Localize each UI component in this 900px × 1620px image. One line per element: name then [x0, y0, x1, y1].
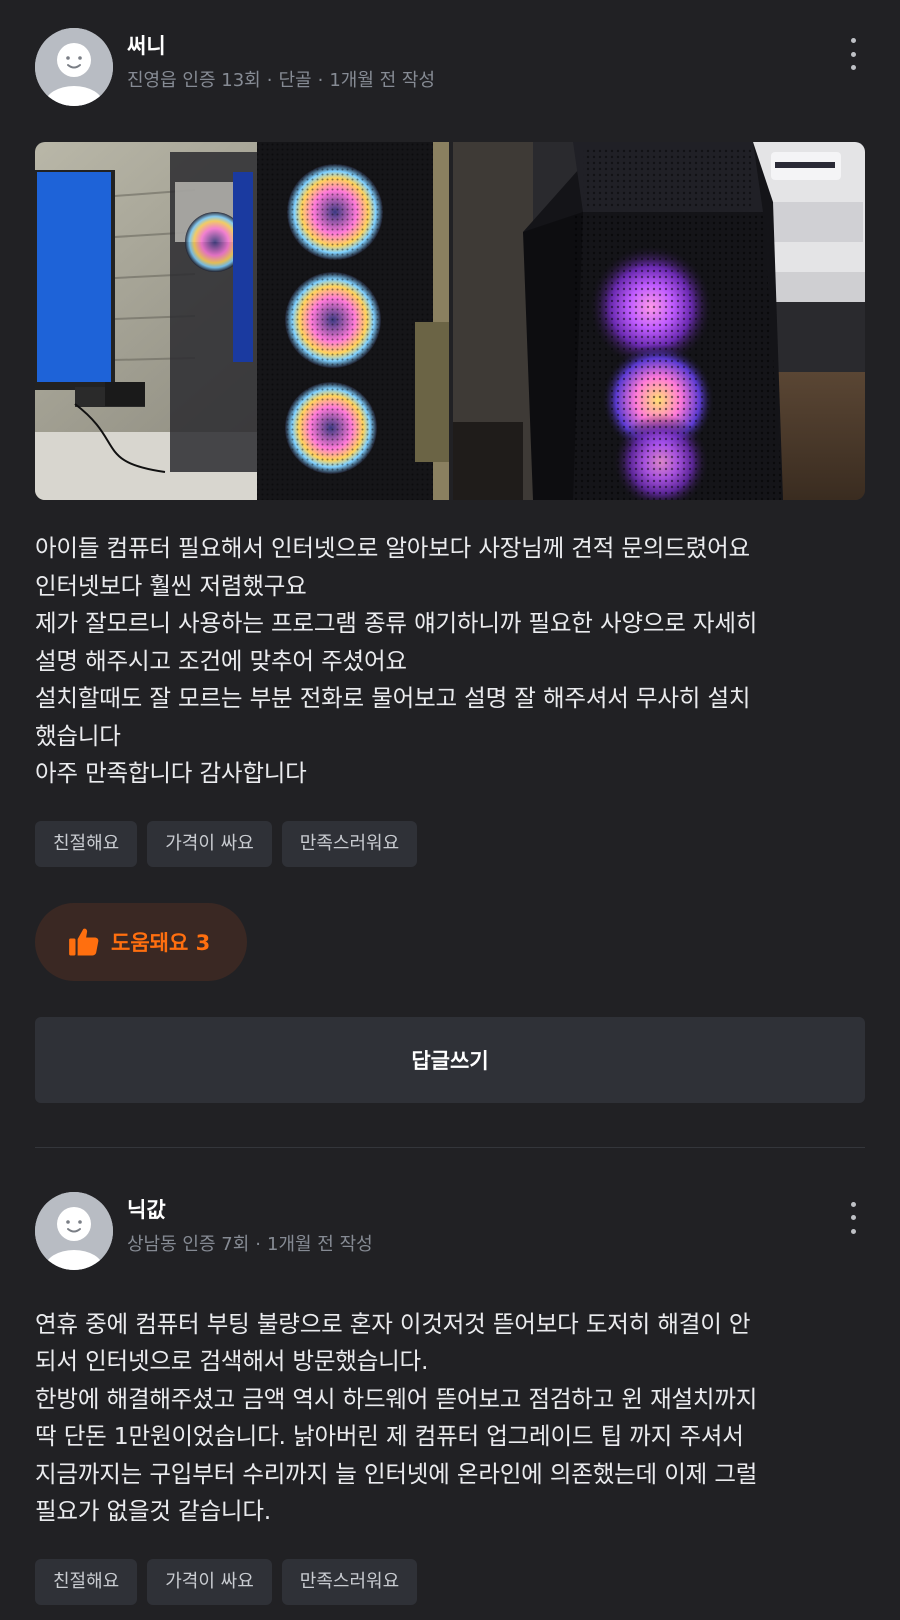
location-verification: 상남동 인증 7회 [127, 1233, 250, 1255]
more-dot-icon [850, 1228, 856, 1234]
review-tag: 가격이 싸요 [147, 1558, 272, 1605]
more-dot-icon [850, 51, 856, 57]
review-tag: 가격이 싸요 [147, 820, 272, 867]
default-profile-icon [35, 1191, 113, 1270]
avatar[interactable] [35, 1191, 113, 1270]
review-card: 닉값 상남동 인증 7회 · 1개월 전 작성 연휴 중에 컴퓨터 부팅 불량으로 … [0, 1148, 900, 1605]
review-text: 연휴 중에 컴퓨터 부팅 불량으로 혼자 이것저것 뜯어보다 도저히 해결이 안… [35, 1306, 865, 1531]
review-tag: 친절해요 [35, 820, 138, 867]
review-tag: 만족스러워요 [281, 820, 418, 867]
meta-separator: · [255, 1233, 261, 1255]
write-reply-button[interactable]: 답글쓰기 [35, 1016, 865, 1103]
thumbs-up-icon [69, 928, 99, 955]
review-text-line: 연휴 중에 컴퓨터 부팅 불량으로 혼자 이것저것 뜯어보다 도저히 해결이 안 [35, 1309, 751, 1338]
more-options-button[interactable] [841, 34, 865, 74]
review-text-line: 딱 단돈 1만원이었습니다. 낡아버린 제 컴퓨터 업그레이드 팁 까지 주셔서 [35, 1422, 744, 1450]
review-text-line: 필요가 없을것 같습니다. [35, 1497, 272, 1525]
review-time: 1개월 전 작성 [267, 1233, 373, 1255]
review-header: 써니 진영읍 인증 13회 · 단골 · 1개월 전 작성 [35, 0, 865, 112]
meta-separator: · [317, 70, 324, 91]
more-dot-icon [850, 1215, 856, 1220]
author-meta: 상남동 인증 7회 · 1개월 전 작성 [127, 1230, 373, 1256]
review-photos [35, 142, 865, 500]
review-text-line: 했습니다 [35, 721, 121, 750]
review-tags: 친절해요 가격이 싸요 만족스러워요 [35, 1558, 865, 1605]
more-dot-icon [850, 1201, 856, 1207]
meta-separator: · [266, 70, 273, 91]
helpful-button[interactable]: 도움돼요 3 [35, 902, 247, 981]
review-text-line: 제가 잘모르니 사용하는 프로그램 종류 얘기하니까 필요한 사양으로 자세히 [35, 609, 758, 637]
review-text-line: 아이들 컴퓨터 필요해서 인터넷으로 알아보다 사장님께 견적 문의드렸어요 [35, 534, 750, 562]
default-profile-icon [35, 28, 113, 106]
review-text-line: 설명 해주시고 조건에 맞추어 주셨어요 [35, 646, 407, 675]
review-text-line: 한방에 해결해주셨고 금액 역시 하드웨어 뜯어보고 점검하고 윈 재설치까지 [35, 1384, 758, 1413]
review-tag: 만족스러워요 [281, 1558, 418, 1605]
review-header: 닉값 상남동 인증 7회 · 1개월 전 작성 [35, 1148, 865, 1276]
review-time: 1개월 전 작성 [329, 70, 436, 91]
author-name[interactable]: 닉값 [127, 1194, 166, 1224]
review-text-line: 지금까지는 구입부터 수리까지 늘 인터넷에 온라인에 의존했는데 이제 그럴 [35, 1459, 758, 1488]
regular-badge: 단골 [278, 70, 312, 91]
location-verification: 진영읍 인증 13회 [127, 70, 261, 91]
review-tag: 친절해요 [35, 1558, 138, 1605]
more-dot-icon [850, 65, 856, 70]
review-photo[interactable] [35, 142, 449, 500]
more-dot-icon [850, 38, 856, 43]
review-text: 아이들 컴퓨터 필요해서 인터넷으로 알아보다 사장님께 견적 문의드렸어요 인… [35, 530, 865, 793]
review-tags: 친절해요 가격이 싸요 만족스러워요 [35, 820, 865, 867]
review-text-line: 설치할때도 잘 모르는 부분 전화로 물어보고 설명 잘 해주셔서 무사히 설치 [35, 684, 751, 712]
gaming-pc-photo [35, 142, 449, 500]
avatar[interactable] [35, 28, 113, 106]
review-text-line: 아주 만족합니다 감사합니다 [35, 759, 307, 787]
author-name[interactable]: 써니 [127, 30, 166, 60]
review-photo[interactable] [453, 142, 865, 500]
more-options-button[interactable] [841, 1198, 865, 1238]
helpful-label: 도움돼요 3 [111, 930, 211, 955]
review-text-line: 인터넷보다 훨씬 저렴했구요 [35, 571, 307, 600]
gaming-pc-case-photo [453, 142, 865, 500]
review-card: 써니 진영읍 인증 13회 · 단골 · 1개월 전 작성 아이들 컴퓨터 필요… [0, 0, 900, 1103]
author-meta: 진영읍 인증 13회 · 단골 · 1개월 전 작성 [127, 66, 435, 92]
review-text-line: 되서 인터넷으로 검색해서 방문했습니다. [35, 1347, 429, 1375]
